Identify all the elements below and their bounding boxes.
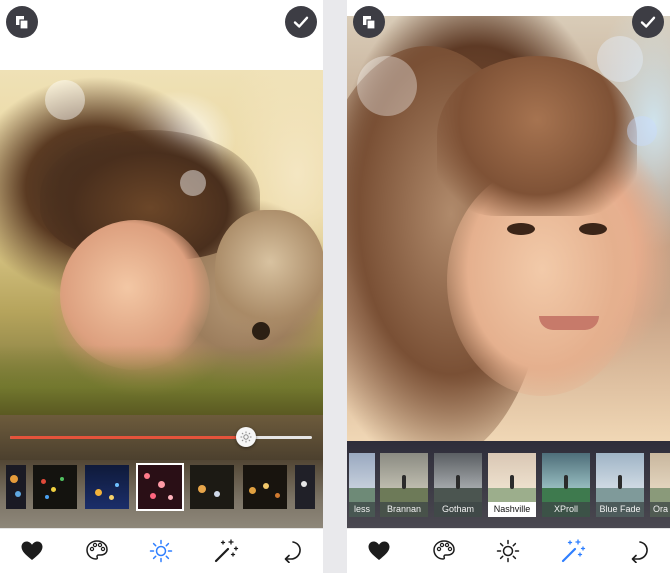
brightness-button-active[interactable] bbox=[143, 533, 179, 569]
done-button[interactable] bbox=[285, 6, 317, 38]
texture-thumbnail[interactable] bbox=[6, 465, 26, 509]
checkmark-icon bbox=[293, 16, 309, 28]
sun-small-icon bbox=[240, 431, 252, 443]
texture-thumbnail[interactable] bbox=[33, 465, 77, 509]
bottom-toolbar bbox=[0, 528, 323, 573]
brightness-icon bbox=[150, 539, 173, 563]
filter-label: Blue Fade bbox=[596, 502, 644, 517]
heart-icon bbox=[368, 541, 390, 560]
filter-thumbnail-selected[interactable]: Nashville bbox=[488, 453, 536, 517]
right-editor-screen: less Brannan Gotham Nashville XProll Blu… bbox=[347, 0, 670, 573]
filter-thumbnail[interactable]: Brannan bbox=[380, 453, 428, 517]
texture-thumbnail-selected[interactable] bbox=[136, 463, 184, 511]
photo-eye bbox=[579, 223, 607, 235]
slider-fill bbox=[10, 436, 246, 439]
color-button[interactable] bbox=[426, 533, 462, 569]
undo-icon bbox=[631, 541, 648, 563]
filter-thumbnail[interactable]: Ora bbox=[650, 453, 670, 517]
photo-bangs bbox=[437, 56, 637, 216]
photo-smile bbox=[539, 316, 599, 330]
filter-label: Gotham bbox=[434, 502, 482, 517]
brightness-button[interactable] bbox=[490, 533, 526, 569]
filter-label: Nashville bbox=[488, 502, 536, 517]
photo-preview[interactable] bbox=[347, 16, 670, 441]
effects-button[interactable] bbox=[208, 533, 244, 569]
lens-flare bbox=[597, 36, 643, 82]
copy-icon bbox=[363, 16, 376, 30]
filter-label: XProll bbox=[542, 502, 590, 517]
lens-flare bbox=[627, 116, 657, 146]
photo-bear-eye bbox=[252, 322, 270, 340]
photo-teddy-bear bbox=[215, 210, 323, 340]
undo-button[interactable] bbox=[273, 533, 309, 569]
left-editor-screen bbox=[0, 0, 323, 573]
undo-button[interactable] bbox=[620, 533, 656, 569]
brightness-icon bbox=[497, 539, 520, 563]
palette-icon bbox=[433, 540, 455, 560]
photo-eye bbox=[507, 223, 535, 235]
effects-button-active[interactable] bbox=[555, 533, 591, 569]
favorites-button[interactable] bbox=[361, 533, 397, 569]
filter-label: Brannan bbox=[380, 502, 428, 517]
lens-flare bbox=[357, 56, 417, 116]
palette-icon bbox=[86, 540, 108, 560]
filter-thumbnail[interactable]: Blue Fade bbox=[596, 453, 644, 517]
texture-thumbnail[interactable] bbox=[243, 465, 287, 509]
bottom-toolbar bbox=[347, 528, 670, 573]
checkmark-icon bbox=[640, 16, 656, 28]
copy-button[interactable] bbox=[6, 6, 38, 38]
texture-thumbnail-strip bbox=[0, 460, 323, 528]
magic-wand-icon bbox=[561, 539, 586, 563]
texture-thumbnail[interactable] bbox=[190, 465, 234, 509]
filter-thumbnail[interactable]: less bbox=[349, 453, 375, 517]
slider-knob[interactable] bbox=[235, 427, 256, 447]
photo-preview[interactable] bbox=[0, 70, 323, 415]
filter-thumbnail[interactable]: XProll bbox=[542, 453, 590, 517]
heart-icon bbox=[21, 541, 43, 560]
lens-flare bbox=[45, 80, 85, 120]
intensity-slider[interactable] bbox=[10, 427, 312, 447]
lens-flare bbox=[180, 170, 206, 196]
texture-thumbnail[interactable] bbox=[85, 465, 129, 509]
copy-icon bbox=[16, 16, 29, 30]
done-button[interactable] bbox=[632, 6, 664, 38]
copy-button[interactable] bbox=[353, 6, 385, 38]
magic-wand-icon bbox=[214, 539, 239, 563]
filter-thumbnail[interactable]: Gotham bbox=[434, 453, 482, 517]
favorites-button[interactable] bbox=[14, 533, 50, 569]
texture-thumbnail[interactable] bbox=[295, 465, 315, 509]
filter-label: Ora bbox=[650, 502, 670, 517]
photo-grass bbox=[0, 345, 323, 415]
undo-icon bbox=[284, 541, 301, 563]
filter-strip: less Brannan Gotham Nashville XProll Blu… bbox=[347, 441, 670, 528]
color-button[interactable] bbox=[79, 533, 115, 569]
filter-label: less bbox=[349, 502, 375, 517]
intensity-slider-area bbox=[0, 415, 323, 460]
